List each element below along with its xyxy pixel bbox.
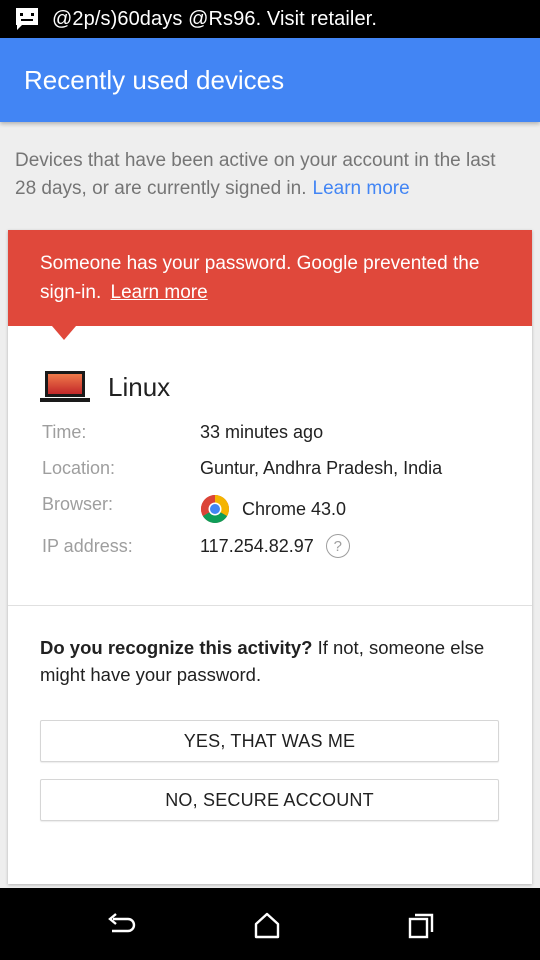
alert-learn-more-link[interactable]: Learn more: [111, 282, 208, 303]
device-header: Linux: [40, 370, 170, 404]
alert-pointer: [52, 326, 76, 340]
detail-value-ip: 117.254.82.97 ?: [200, 534, 350, 558]
ip-address: 117.254.82.97: [200, 535, 314, 556]
device-activity-card: Someone has your password. Google preven…: [8, 230, 532, 884]
password-alert-banner: Someone has your password. Google preven…: [8, 230, 532, 340]
detail-label: Location:: [42, 458, 116, 478]
intro-description: Devices that have been active on your ac…: [15, 150, 496, 199]
device-name: Linux: [108, 371, 171, 402]
no-secure-account-button[interactable]: NO, SECURE ACCOUNT: [40, 779, 499, 821]
divider: [8, 605, 532, 606]
detail-row-browser: Browser: Chrome 43.0: [42, 494, 346, 524]
back-icon[interactable]: [104, 910, 138, 940]
message-icon: [16, 8, 38, 30]
browser-name: Chrome 43.0: [242, 498, 347, 519]
detail-row-ip: IP address: 117.254.82.97 ?: [42, 534, 350, 558]
recents-icon[interactable]: [404, 910, 438, 940]
page-title: Recently used devices: [24, 64, 285, 95]
alert-text: Someone has your password. Google preven…: [40, 253, 480, 303]
intro-text: Devices that have been active on your ac…: [15, 147, 520, 203]
detail-label: Time:: [42, 422, 87, 442]
detail-value-browser: Chrome 43.0: [200, 494, 346, 524]
app-bar: Recently used devices: [0, 38, 540, 122]
intro-learn-more-link[interactable]: Learn more: [313, 178, 410, 199]
detail-row-location: Location: Guntur, Andhra Pradesh, India: [42, 458, 442, 479]
status-bar: @2p/s)60days @Rs96. Visit retailer.: [0, 0, 540, 38]
laptop-icon: [40, 371, 90, 402]
detail-label: IP address:: [42, 535, 133, 556]
help-icon[interactable]: ?: [325, 534, 350, 558]
question-bold: Do you recognize this activity?: [40, 637, 313, 658]
chrome-icon: [201, 495, 229, 523]
detail-row-time: Time: 33 minutes ago: [42, 422, 323, 443]
navigation-bar: [0, 888, 540, 960]
status-notification-text: @2p/s)60days @Rs96. Visit retailer.: [52, 7, 377, 30]
yes-that-was-me-button[interactable]: YES, THAT WAS ME: [40, 720, 499, 762]
recognize-question: Do you recognize this activity? If not, …: [40, 634, 510, 688]
home-icon[interactable]: [250, 910, 284, 940]
detail-label: Browser:: [42, 494, 114, 514]
detail-value: Guntur, Andhra Pradesh, India: [200, 458, 443, 478]
detail-value: 33 minutes ago: [200, 422, 324, 442]
